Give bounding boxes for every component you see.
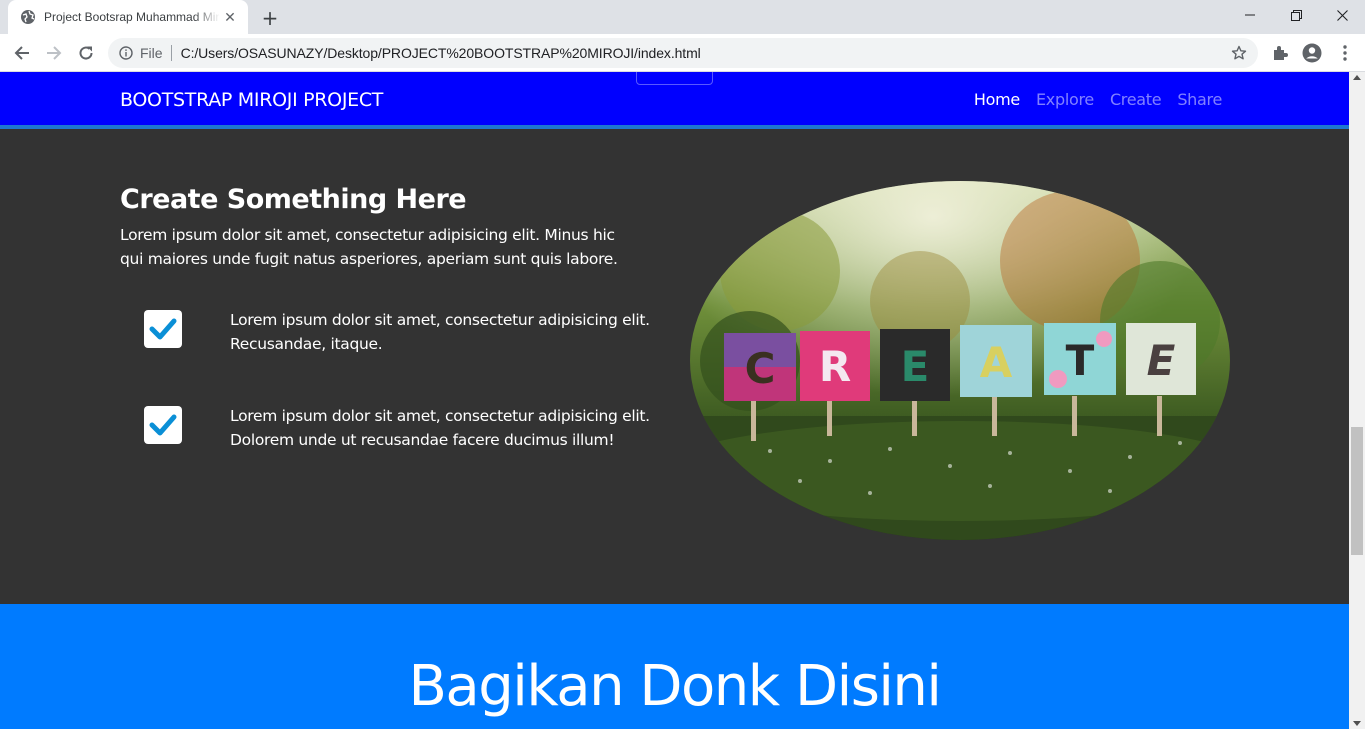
browser-toolbar: File C:/Users/OSASUNAZY/Desktop/PROJECT%… xyxy=(0,34,1365,72)
site-navbar: BOOTSTRAP MIROJI PROJECT Home Explore Cr… xyxy=(0,72,1349,129)
feature-item-text: Lorem ipsum dolor sit amet, consectetur … xyxy=(230,311,650,353)
navbar-links: Home Explore Create Share xyxy=(974,90,1222,109)
info-icon[interactable] xyxy=(118,45,134,61)
sign-letter: E xyxy=(1147,336,1176,385)
sign-letter: T xyxy=(1066,336,1095,385)
nav-link-explore[interactable]: Explore xyxy=(1036,90,1094,109)
checkmark-icon xyxy=(144,406,182,444)
scrollbar-thumb[interactable] xyxy=(1351,427,1363,555)
new-tab-button[interactable]: + xyxy=(258,6,282,30)
share-section: Bagikan Donk Disini xyxy=(0,604,1349,729)
scroll-up-arrow-icon[interactable] xyxy=(1353,75,1361,80)
nav-link-share[interactable]: Share xyxy=(1177,90,1222,109)
menu-kebab-icon[interactable] xyxy=(1334,42,1356,64)
scheme-label: File xyxy=(140,45,163,61)
arrow-left-icon xyxy=(14,46,29,60)
url-text[interactable]: C:/Users/OSASUNAZY/Desktop/PROJECT%20BOO… xyxy=(181,45,701,61)
close-window-button[interactable] xyxy=(1319,0,1365,30)
forward-button[interactable] xyxy=(40,39,68,67)
arrow-right-icon xyxy=(47,46,62,60)
sign-letter: E xyxy=(901,342,930,391)
reload-button[interactable] xyxy=(72,39,100,67)
sign-letter: R xyxy=(819,342,851,391)
navbar-brand[interactable]: BOOTSTRAP MIROJI PROJECT xyxy=(120,89,383,111)
tab-title: Project Bootsrap Muhammad Miroji xyxy=(44,10,220,24)
sign-letter: A xyxy=(980,338,1013,387)
feature-heading: Create Something Here xyxy=(120,184,467,215)
create-signs-photo: C R E A T E xyxy=(690,181,1230,540)
bookmark-star-icon[interactable] xyxy=(1230,44,1248,62)
extensions-puzzle-icon[interactable] xyxy=(1269,42,1291,64)
feature-item-text: Lorem ipsum dolor sit amet, consectetur … xyxy=(230,407,650,449)
close-tab-icon[interactable]: ✕ xyxy=(222,9,238,25)
reload-icon xyxy=(79,46,93,60)
feature-lead: Lorem ipsum dolor sit amet, consectetur … xyxy=(120,226,618,268)
browser-tab[interactable]: Project Bootsrap Muhammad Miroji ✕ xyxy=(8,0,248,34)
share-heading: Bagikan Donk Disini xyxy=(408,654,942,719)
back-button[interactable] xyxy=(8,39,36,67)
checkmark-icon xyxy=(144,310,182,348)
page-viewport: BOOTSTRAP MIROJI PROJECT Home Explore Cr… xyxy=(0,72,1349,729)
profile-avatar-icon[interactable] xyxy=(1301,42,1323,64)
feature-section: Create Something Here Lorem ipsum dolor … xyxy=(0,133,1349,604)
scroll-down-arrow-icon[interactable] xyxy=(1353,721,1361,726)
nav-link-create[interactable]: Create xyxy=(1110,90,1162,109)
divider xyxy=(170,45,172,61)
hidden-button-edge xyxy=(636,72,713,85)
address-bar[interactable]: File C:/Users/OSASUNAZY/Desktop/PROJECT%… xyxy=(108,38,1258,68)
nav-link-home[interactable]: Home xyxy=(974,90,1020,109)
page-scrollbar[interactable] xyxy=(1349,72,1365,729)
sign-letter: C xyxy=(745,344,776,393)
globe-icon xyxy=(20,9,36,25)
minimize-button[interactable] xyxy=(1227,0,1273,30)
tab-strip: Project Bootsrap Muhammad Miroji ✕ + xyxy=(0,0,1365,34)
restore-button[interactable] xyxy=(1273,0,1319,30)
